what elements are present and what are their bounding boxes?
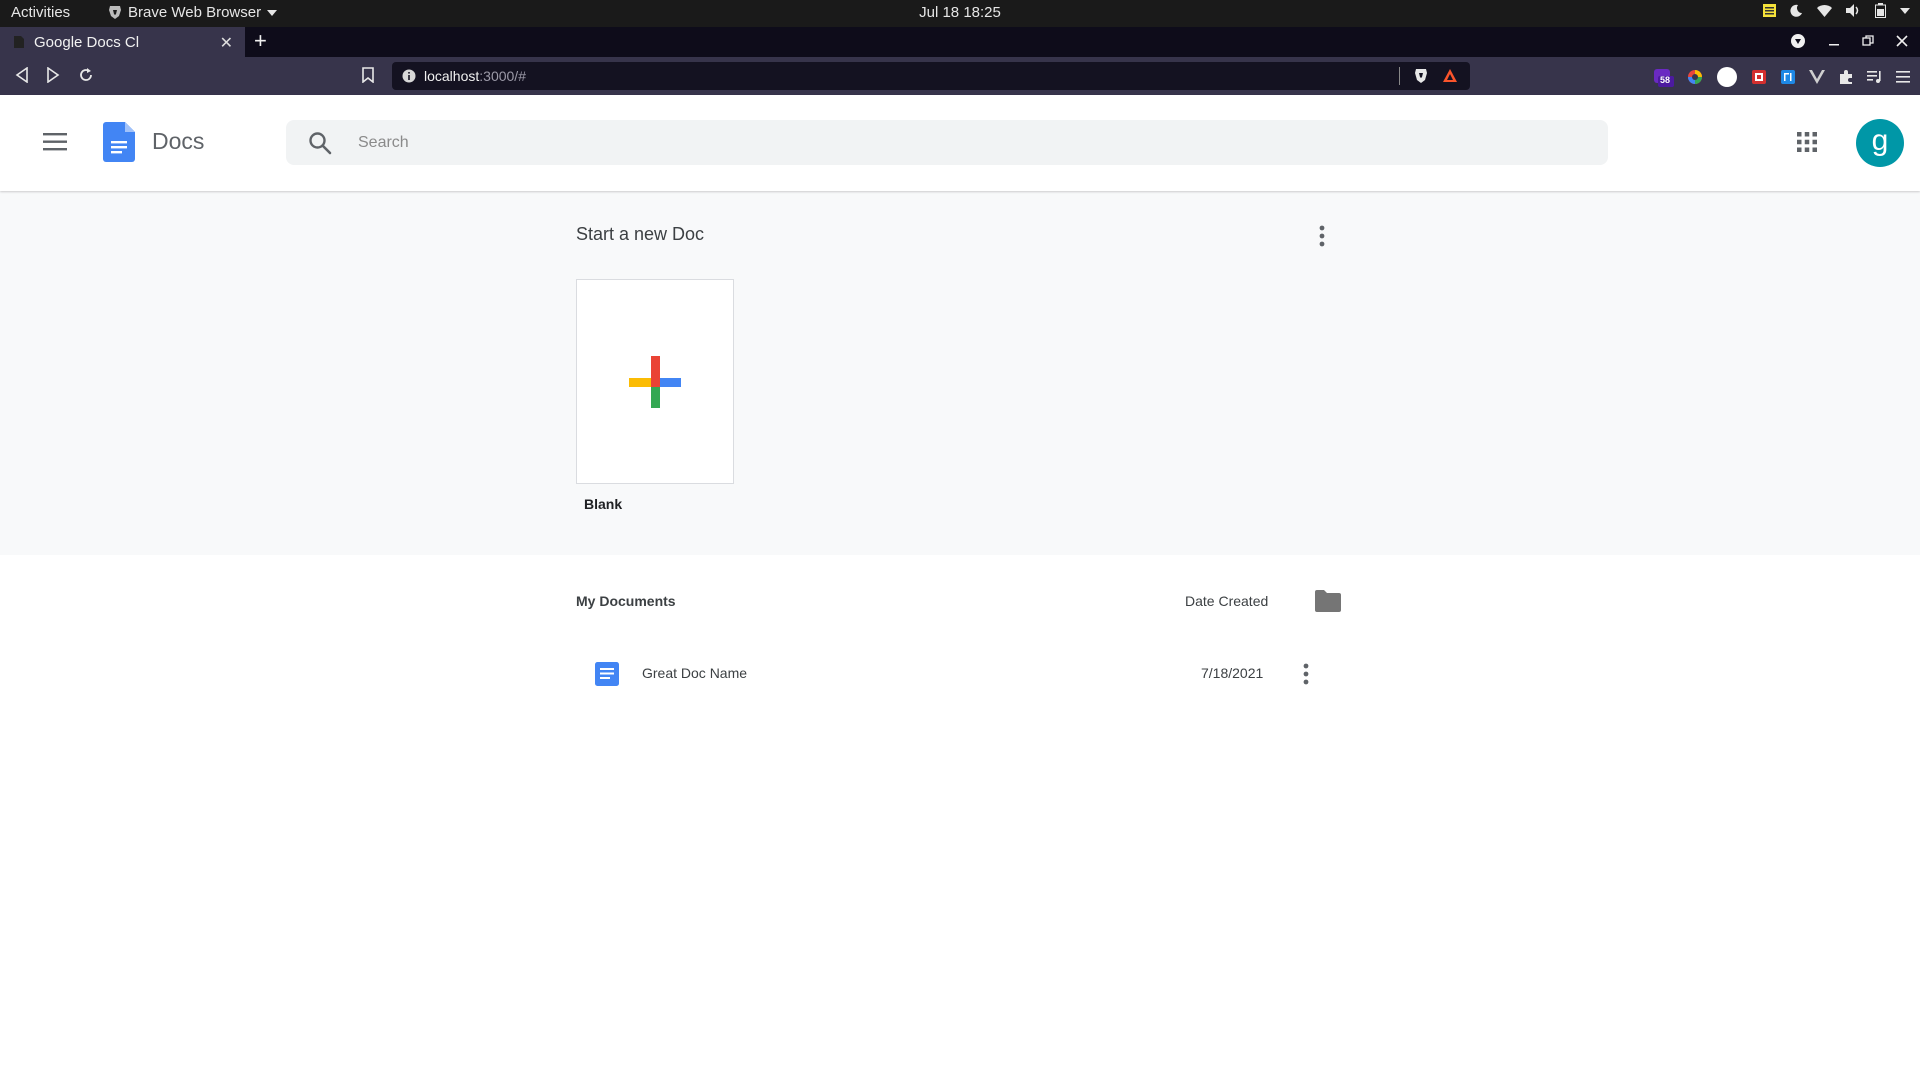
address-bar[interactable]: localhost:3000/#	[392, 62, 1470, 90]
extensions-row: 58	[1652, 66, 1910, 88]
document-more-icon[interactable]	[1303, 663, 1309, 685]
bookmark-icon[interactable]	[362, 67, 374, 83]
blank-template-card[interactable]	[576, 279, 734, 484]
brave-rewards-icon[interactable]	[1442, 68, 1458, 83]
url-host: localhost	[424, 68, 480, 84]
template-section: Start a new Doc Blank	[0, 191, 1920, 555]
document-date: 7/18/2021	[1201, 665, 1264, 681]
app-menu-label: Brave Web Browser	[128, 4, 262, 21]
google-apps-icon[interactable]	[1797, 132, 1817, 152]
date-created-sort[interactable]: Date Created	[1185, 593, 1268, 609]
profile-icon[interactable]	[1790, 33, 1806, 49]
window-controls	[1790, 33, 1908, 49]
notes-icon[interactable]	[1763, 4, 1776, 17]
site-info-icon[interactable]	[402, 69, 416, 83]
brave-lion-icon	[108, 5, 122, 20]
tab-close-icon[interactable]: ✕	[220, 33, 233, 53]
browser-menu-icon[interactable]	[1896, 71, 1910, 83]
main-menu-icon[interactable]	[43, 133, 67, 151]
search-box[interactable]	[286, 120, 1608, 165]
tab-title: Google Docs Cl	[34, 33, 140, 51]
blank-template-label[interactable]: Blank	[584, 496, 622, 512]
system-tray[interactable]	[1763, 3, 1910, 18]
clock[interactable]: Jul 18 18:25	[919, 4, 1001, 21]
brave-shields-icon[interactable]	[1414, 68, 1428, 84]
search-input[interactable]	[356, 130, 1560, 156]
extensions-puzzle-icon[interactable]	[1838, 69, 1854, 85]
tab-favicon-icon	[14, 36, 24, 48]
color-picker-extension-icon[interactable]	[1687, 69, 1703, 85]
wifi-icon[interactable]	[1817, 4, 1832, 17]
template-section-title: Start a new Doc	[576, 224, 705, 244]
activities-button[interactable]: Activities	[11, 4, 70, 21]
url-text: localhost:3000/#	[424, 68, 526, 84]
os-top-bar: Activities Brave Web Browser Jul 18 18:2…	[0, 0, 1920, 27]
template-gallery-more-icon[interactable]	[1319, 225, 1325, 247]
docs-logo-icon[interactable]	[103, 122, 135, 162]
volume-icon[interactable]	[1846, 4, 1861, 17]
browser-toolbar: localhost:3000/# 58	[0, 57, 1920, 95]
search-icon[interactable]	[308, 131, 332, 155]
red-extension-icon[interactable]	[1751, 69, 1767, 85]
tab-strip: Google Docs Cl ✕ +	[0, 27, 1920, 57]
restore-icon[interactable]	[1862, 35, 1874, 47]
new-tab-icon[interactable]: +	[254, 30, 267, 52]
address-separator	[1399, 67, 1400, 85]
colorful-plus-icon	[629, 356, 681, 408]
minimize-icon[interactable]	[1828, 35, 1840, 47]
caret-down-icon	[267, 9, 278, 16]
app-title[interactable]: Docs	[152, 128, 204, 155]
app-menu[interactable]: Brave Web Browser	[108, 4, 278, 21]
white-circle-extension-icon[interactable]	[1716, 66, 1738, 88]
media-queue-icon[interactable]	[1867, 70, 1883, 84]
close-window-icon[interactable]	[1896, 35, 1908, 47]
system-menu-caret-icon[interactable]	[1900, 7, 1910, 14]
document-name[interactable]: Great Doc Name	[642, 665, 747, 681]
extension-badge-icon[interactable]: 58	[1652, 67, 1674, 87]
document-icon	[595, 662, 619, 686]
account-avatar[interactable]: g	[1856, 119, 1904, 167]
document-row[interactable]: Great Doc Name 7/18/2021	[576, 652, 1316, 692]
blue-extension-icon[interactable]	[1780, 69, 1796, 85]
browser-tab[interactable]: Google Docs Cl ✕	[0, 27, 245, 57]
folder-icon[interactable]	[1315, 590, 1341, 612]
night-light-icon[interactable]	[1790, 4, 1803, 17]
back-icon[interactable]	[15, 67, 29, 83]
app-header: Docs g	[0, 95, 1920, 191]
url-path: :3000/#	[479, 68, 526, 84]
my-documents-title: My Documents	[576, 593, 676, 609]
extension-badge-count: 58	[1660, 75, 1671, 85]
forward-icon[interactable]	[46, 67, 60, 83]
battery-icon[interactable]	[1875, 3, 1886, 18]
reload-icon[interactable]	[78, 67, 94, 83]
vue-devtools-icon[interactable]	[1809, 70, 1825, 84]
